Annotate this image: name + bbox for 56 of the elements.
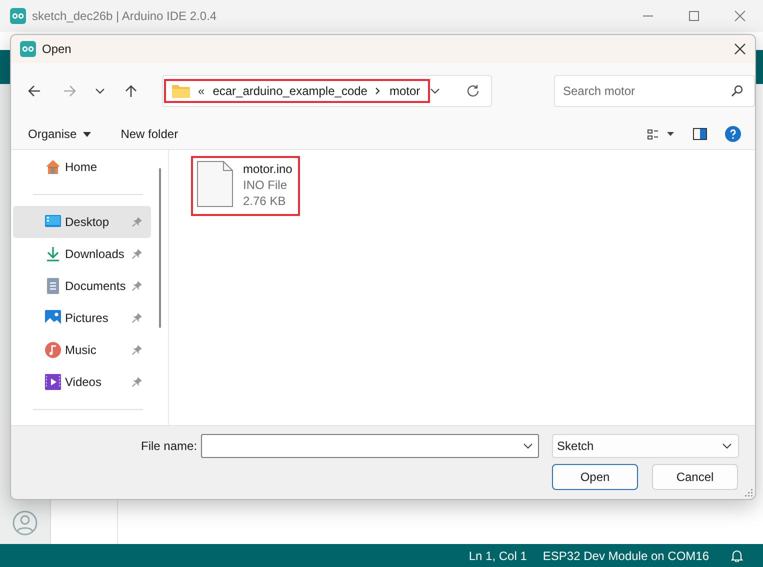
- organise-menu[interactable]: Organise: [28, 127, 91, 141]
- bell-icon[interactable]: [731, 549, 743, 562]
- downloads-icon: [45, 246, 61, 262]
- new-folder-button[interactable]: New folder: [120, 127, 178, 141]
- file-item[interactable]: motor.ino INO File 2.76 KB: [191, 156, 300, 216]
- navigation-item[interactable]: Downloads: [13, 238, 151, 270]
- pictures-icon: [45, 310, 61, 326]
- videos-icon: [45, 374, 61, 390]
- documents-icon: [45, 278, 61, 294]
- cursor-position: Ln 1, Col 1: [468, 548, 527, 562]
- dropdown-icon[interactable]: [430, 88, 440, 94]
- file-type-dropdown[interactable]: Sketch: [552, 434, 740, 458]
- file-name-label: File name:: [141, 439, 198, 453]
- help-icon[interactable]: [725, 126, 741, 142]
- file-name-field[interactable]: [201, 434, 540, 458]
- file-size: 2.76 KB: [243, 193, 287, 209]
- scrollbar[interactable]: [159, 168, 161, 328]
- navigation-item[interactable]: Home: [13, 151, 151, 183]
- search-icon: [731, 85, 743, 97]
- window-title: sketch_dec26b | Arduino IDE 2.0.4: [32, 9, 217, 23]
- navigation-item[interactable]: Documents: [13, 270, 151, 302]
- close-icon[interactable]: [734, 43, 746, 55]
- breadcrumb[interactable]: ecar_arduino_example_code: [212, 84, 368, 98]
- arduino-logo-icon: [10, 8, 26, 24]
- navigation-item[interactable]: Desktop: [13, 206, 151, 238]
- desktop-icon: [45, 215, 61, 229]
- music-icon: [45, 342, 61, 358]
- caret-icon[interactable]: [82, 132, 91, 136]
- address-bar[interactable]: « ecar_arduino_example_code motor: [162, 75, 492, 107]
- search-field[interactable]: Search motor: [554, 75, 755, 107]
- cancel-button[interactable]: Cancel: [652, 464, 738, 490]
- folder-icon: [172, 84, 190, 98]
- overflow-chevrons[interactable]: «: [198, 84, 205, 98]
- chevron-down-icon[interactable]: [95, 88, 106, 94]
- view-options-icon[interactable]: [647, 128, 675, 140]
- dialog-title: Open: [42, 42, 72, 56]
- navigation-item[interactable]: Pictures: [13, 302, 151, 334]
- board-status: ESP32 Dev Module on COM16: [542, 548, 709, 562]
- back-arrow-icon[interactable]: [26, 84, 41, 98]
- navigation-item[interactable]: Videos: [13, 366, 151, 398]
- file-type: INO File: [243, 177, 288, 193]
- open-button[interactable]: Open: [552, 464, 638, 490]
- arduino-logo-icon: [20, 41, 36, 57]
- chevron-icon[interactable]: [375, 87, 382, 95]
- document-icon: [197, 161, 233, 209]
- file-name: motor.ino: [243, 161, 292, 177]
- preview-pane-icon[interactable]: [693, 128, 707, 140]
- navigation-item[interactable]: Music: [13, 334, 151, 366]
- maximize-icon[interactable]: [688, 10, 700, 22]
- home-icon: [45, 159, 61, 175]
- breadcrumb[interactable]: motor: [389, 84, 420, 98]
- refresh-icon[interactable]: [466, 84, 480, 98]
- up-arrow-icon[interactable]: [124, 84, 138, 98]
- resize-grip-icon[interactable]: [745, 489, 753, 497]
- dropdown-icon[interactable]: [523, 443, 534, 449]
- chevron-down-icon[interactable]: [722, 443, 732, 449]
